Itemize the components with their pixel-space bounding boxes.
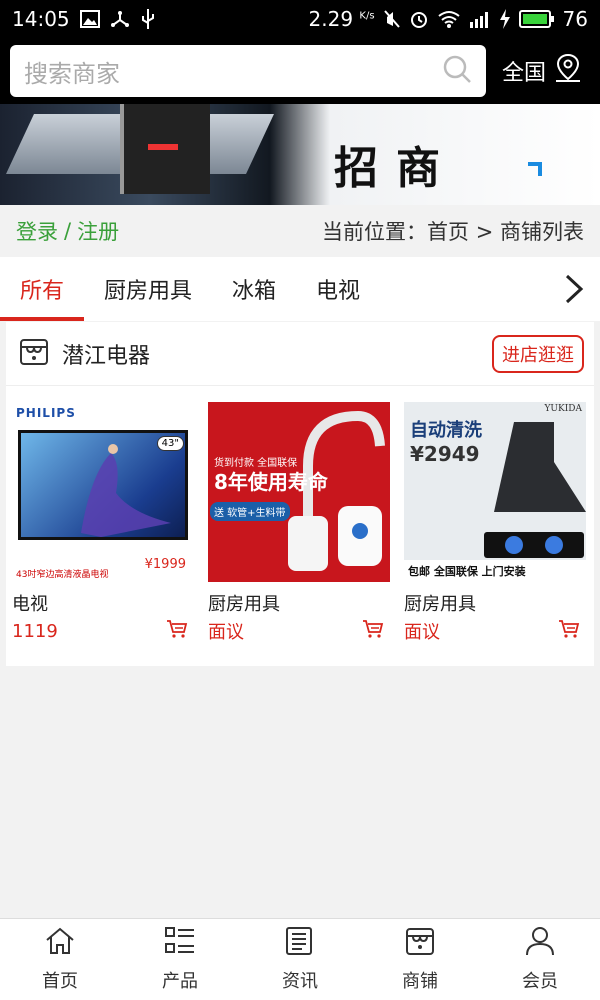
shop-card: 潜江电器 进店逛逛 PHILIPS 43" 43吋窄边高清液晶电视 ¥1999 … [6, 322, 594, 666]
nav-label: 资讯 [282, 971, 318, 992]
corner-mark-icon [526, 160, 544, 182]
bottom-nav: 首页 产品 资讯 商铺 会员 [0, 918, 600, 1000]
product-card[interactable]: 货到付款 全国联保 8年使用寿命 送 软管+生料带 厨房用具 面议 [208, 402, 398, 644]
status-bar: 14:05 2.29 K/s 76 [0, 0, 600, 38]
share-icon [110, 9, 130, 29]
product-card[interactable]: PHILIPS 43" 43吋窄边高清液晶电视 ¥1999 电视 1119 [12, 402, 202, 644]
size-badge: 43" [156, 436, 184, 451]
product-price: 面议 [404, 622, 440, 643]
nav-products[interactable]: 产品 [120, 919, 240, 1000]
charging-icon [499, 9, 511, 29]
breadcrumb: 当前位置：首页 > 商铺列表 [322, 220, 584, 244]
brand-logo: PHILIPS [16, 406, 76, 420]
product-name: 厨房用具 [208, 594, 280, 615]
tab-tv[interactable]: 电视 [296, 257, 380, 321]
cart-icon[interactable] [166, 618, 188, 644]
tab-fridge[interactable]: 冰箱 [212, 257, 296, 321]
clock: 14:05 [12, 7, 70, 31]
image-icon [79, 10, 100, 28]
shop-name: 潜江电器 [62, 343, 151, 369]
nav-label: 商铺 [402, 971, 438, 992]
image-footer: 包邮 全国联保 上门安装 [404, 560, 586, 582]
location-pin-icon [554, 53, 582, 89]
image-price: ¥2949 [410, 442, 480, 466]
tab-kitchen[interactable]: 厨房用具 [84, 257, 212, 321]
visit-shop-button[interactable]: 进店逛逛 [492, 334, 584, 373]
brand-logo: YUKIDA [544, 404, 582, 414]
nav-label: 产品 [162, 971, 198, 992]
search-icon[interactable] [442, 54, 472, 88]
home-icon [44, 926, 76, 961]
promo-banner[interactable]: 招商 [0, 104, 600, 205]
search-placeholder: 搜索商家 [24, 59, 120, 88]
category-tabs: 所有 厨房用具 冰箱 电视 [0, 257, 600, 321]
wifi-icon [437, 10, 461, 28]
login-link[interactable]: 登录 [16, 216, 58, 246]
cart-icon[interactable] [362, 618, 384, 644]
register-link[interactable]: 注册 [77, 216, 119, 246]
hood-panel-graphic [120, 104, 210, 194]
tab-all[interactable]: 所有 [0, 257, 85, 321]
region-selector[interactable]: 全国 [502, 53, 582, 89]
nav-label: 首页 [42, 971, 78, 992]
image-headline: 8年使用寿命 [214, 470, 328, 494]
breadcrumb-row: 登录 / 注册 当前位置：首页 > 商铺列表 [0, 205, 600, 257]
product-list: PHILIPS 43" 43吋窄边高清液晶电视 ¥1999 电视 1119 货到… [6, 402, 594, 644]
alarm-icon [409, 9, 429, 29]
product-image-hood[interactable]: YUKIDA 自动清洗 ¥2949 包邮 全国联保 上门安装 [404, 402, 586, 582]
search-input[interactable]: 搜索商家 [10, 45, 486, 97]
battery-level: 76 [562, 7, 588, 31]
nav-news[interactable]: 资讯 [240, 919, 360, 1000]
news-icon [284, 926, 316, 961]
cart-icon[interactable] [558, 618, 580, 644]
store-icon [18, 336, 50, 372]
product-image-faucet[interactable]: 货到付款 全国联保 8年使用寿命 送 软管+生料带 [208, 402, 390, 582]
user-icon [524, 926, 556, 961]
product-price: 1119 [12, 620, 58, 642]
image-promo-band: 送 软管+生料带 [210, 502, 290, 521]
shop-header[interactable]: 潜江电器 进店逛逛 [6, 322, 594, 386]
chevron-right-icon[interactable] [548, 257, 600, 321]
nav-member[interactable]: 会员 [480, 919, 600, 1000]
product-image-tv[interactable]: PHILIPS 43" 43吋窄边高清液晶电视 ¥1999 [12, 402, 194, 582]
image-caption: 43吋窄边高清液晶电视 [16, 570, 109, 580]
battery-icon [518, 9, 555, 29]
signal-icon [469, 10, 491, 28]
banner-title: 招商 [334, 143, 458, 194]
nav-stores[interactable]: 商铺 [360, 919, 480, 1000]
list-icon [164, 926, 196, 961]
network-speed: 2.29 K/s [308, 7, 375, 31]
usb-icon [140, 8, 156, 30]
product-price: 面议 [208, 622, 244, 643]
store-icon [404, 926, 436, 961]
search-header: 搜索商家 全国 [0, 38, 600, 104]
login-separator: / [64, 219, 72, 243]
mute-icon [383, 9, 401, 29]
nav-label: 会员 [522, 971, 558, 992]
product-name: 厨房用具 [404, 594, 476, 615]
image-headline: 自动清洗 [410, 420, 482, 441]
product-name: 电视 [12, 594, 48, 615]
product-card[interactable]: YUKIDA 自动清洗 ¥2949 包邮 全国联保 上门安装 厨房用具 面议 [404, 402, 594, 644]
region-label: 全国 [502, 61, 547, 86]
image-price: ¥1999 [144, 557, 186, 572]
nav-home[interactable]: 首页 [0, 919, 120, 1000]
